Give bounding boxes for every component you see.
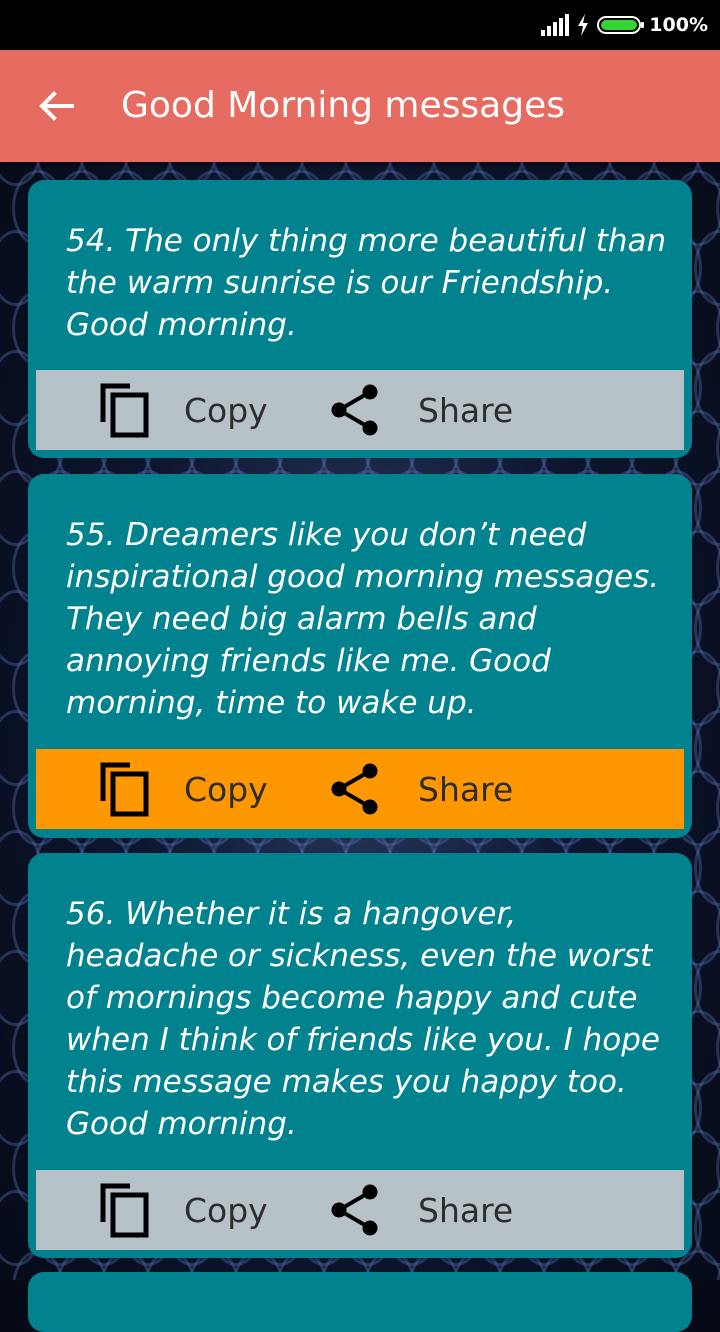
message-text: 54. The only thing more beautiful than t… [66, 223, 667, 343]
copy-icon [100, 1182, 150, 1238]
share-icon [330, 1184, 380, 1236]
arrow-back-icon [39, 91, 74, 121]
back-button[interactable] [28, 78, 84, 134]
message-actions: Copy Share [36, 370, 684, 450]
message-card: 55. Dreamers like you don’t need inspira… [28, 474, 692, 838]
copy-button[interactable]: Copy [100, 1170, 268, 1250]
message-card [28, 1272, 692, 1332]
app-bar: Good Morning messages [0, 50, 720, 162]
share-label: Share [418, 390, 514, 430]
battery-percent: 100% [649, 14, 708, 36]
charging-icon [578, 14, 589, 36]
message-card: 56. Whether it is a hangover, headache o… [28, 853, 692, 1258]
copy-button[interactable]: Copy [100, 749, 268, 829]
share-label: Share [418, 769, 514, 809]
copy-label: Copy [184, 390, 268, 430]
copy-label: Copy [184, 769, 268, 809]
status-bar: 100% [0, 0, 720, 50]
battery-icon [597, 16, 645, 34]
signal-icon [541, 14, 570, 36]
message-text: 56. Whether it is a hangover, headache o… [66, 896, 660, 1142]
page-title: Good Morning messages [121, 85, 565, 126]
share-button[interactable]: Share [330, 749, 513, 829]
share-button[interactable]: Share [330, 1170, 513, 1250]
share-label: Share [418, 1190, 514, 1230]
copy-label: Copy [184, 1190, 268, 1230]
share-icon [330, 763, 380, 815]
copy-icon [100, 761, 150, 817]
copy-icon [100, 382, 150, 438]
message-card: 54. The only thing more beautiful than t… [28, 180, 692, 458]
copy-button[interactable]: Copy [100, 370, 268, 450]
share-icon [330, 384, 380, 436]
message-actions: Copy Share [36, 1170, 684, 1250]
message-list[interactable]: 54. The only thing more beautiful than t… [0, 162, 720, 1332]
share-button[interactable]: Share [330, 370, 513, 450]
message-text: 55. Dreamers like you don’t need inspira… [66, 517, 660, 721]
message-actions: Copy Share [36, 749, 684, 829]
